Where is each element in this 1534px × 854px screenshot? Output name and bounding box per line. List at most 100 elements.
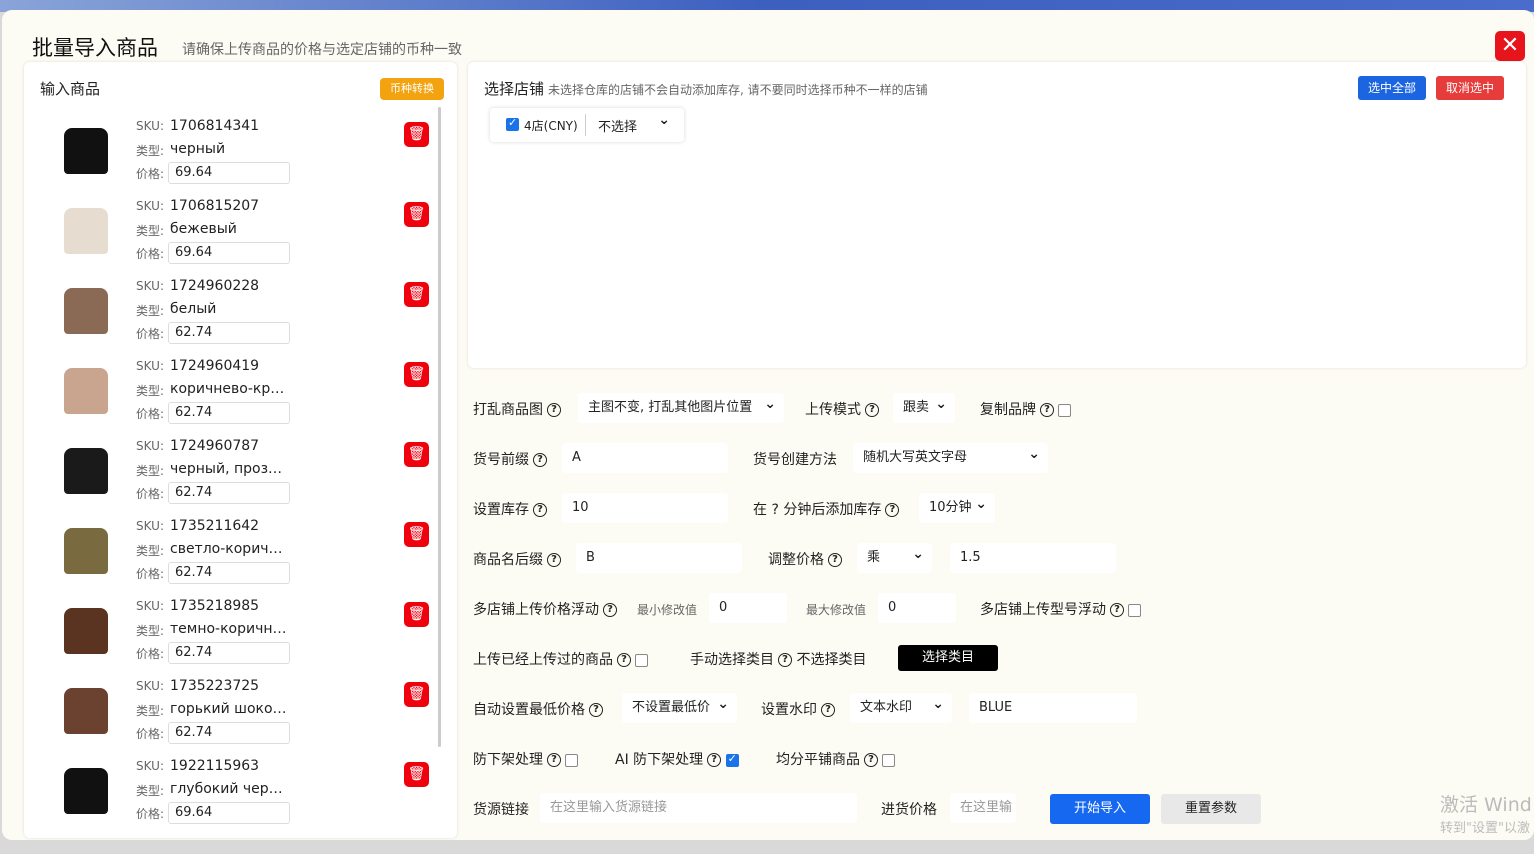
tile-checkbox[interactable] [882,754,895,767]
stock-input[interactable]: 10 [562,493,728,523]
help-icon[interactable]: ? [865,403,879,417]
type-label: 类型: [136,142,164,159]
help-icon[interactable]: ? [707,753,721,767]
trash-icon: 🗑 [408,126,426,142]
product-image [46,276,126,346]
reupload-checkbox[interactable] [635,654,648,667]
help-icon[interactable]: ? [1040,403,1054,417]
sku-value: 1735223725 [170,678,259,694]
select-all-button[interactable]: 选中全部 [1358,76,1426,100]
currency-convert-button[interactable]: 币种转换 [380,78,444,100]
help-icon[interactable]: ? [589,703,603,717]
type-label: 类型: [136,222,164,239]
upload-mode-label: 上传模式? [805,399,879,419]
help-icon[interactable]: ? [533,453,547,467]
sku-label: SKU: [136,359,164,373]
help-icon[interactable]: ? [547,403,561,417]
reupload-label: 上传已经上传过的商品? [473,649,648,669]
choose-category-button[interactable]: 选择类目 [898,645,998,671]
help-icon[interactable]: ? [547,553,561,567]
delete-button[interactable]: 🗑 [404,362,429,387]
help-icon[interactable]: ? [821,703,835,717]
trash-icon: 🗑 [408,206,426,222]
help-icon[interactable]: ? [617,653,631,667]
sku-prefix-input[interactable]: A [562,443,728,473]
price-input[interactable]: 62.74 [168,402,290,424]
price-input[interactable]: 69.64 [168,242,290,264]
delete-button[interactable]: 🗑 [404,602,429,627]
min-price-select[interactable]: 不设置最低价 [622,693,737,723]
type-label: 类型: [136,622,164,639]
delete-button[interactable]: 🗑 [404,282,429,307]
upload-mode-select[interactable]: 跟卖 [893,393,955,423]
watermark-text-input[interactable]: BLUE [969,693,1137,723]
close-button[interactable]: ✕ [1495,31,1525,61]
delete-button[interactable]: 🗑 [404,202,429,227]
name-suffix-input[interactable]: B [576,543,742,573]
price-input[interactable]: 62.74 [168,482,290,504]
help-icon[interactable]: ? [533,503,547,517]
price-input[interactable]: 62.74 [168,642,290,664]
product-image [46,756,126,826]
sku-method-select[interactable]: 随机大写英文字母 [853,443,1048,473]
close-icon: ✕ [1501,33,1519,58]
scrollbar[interactable] [438,107,441,747]
activation-watermark: 激活 Wind [1440,790,1532,817]
help-icon[interactable]: ? [1110,603,1124,617]
sku-value: 1922115963 [170,758,259,774]
anti-delist-checkbox[interactable] [565,754,578,767]
delete-button[interactable]: 🗑 [404,122,429,147]
adjust-op-select[interactable]: 乘 [857,543,932,573]
price-input[interactable]: 69.64 [168,162,290,184]
min-price-label: 自动设置最低价格? [473,699,603,719]
stock-delay-select[interactable]: 10分钟 [919,493,995,523]
manual-category-label: 手动选择类目? 不选择类目 [690,649,866,669]
help-icon[interactable]: ? [828,553,842,567]
selected-category-text: 不选择类目 [796,652,866,668]
type-label: 类型: [136,462,164,479]
delete-button[interactable]: 🗑 [404,522,429,547]
product-image [46,116,126,186]
reset-params-button[interactable]: 重置参数 [1161,794,1261,824]
product-item: SKU: 1724960228 类型: белый 价格: 62.74 🗑 [24,270,434,350]
copy-brand-checkbox[interactable] [1058,404,1071,417]
store-checkbox[interactable] [506,118,519,131]
min-change-input[interactable]: 0 [709,593,787,623]
trash-icon: 🗑 [408,686,426,702]
warehouse-select[interactable]: 不选择 [598,116,678,135]
max-change-input[interactable]: 0 [878,593,956,623]
page-title: 批量导入商品 [32,32,158,62]
help-icon[interactable]: ? [864,753,878,767]
price-label: 价格: [136,165,164,182]
price-input[interactable]: 62.74 [168,322,290,344]
help-icon[interactable]: ? [885,503,899,517]
sku-label: SKU: [136,519,164,533]
product-image [46,436,126,506]
product-image [46,676,126,746]
shuffle-select[interactable]: 主图不变, 打乱其他图片位置 [578,393,784,423]
deselect-button[interactable]: 取消选中 [1436,76,1504,100]
source-link-input[interactable]: 在这里输入货源链接 [540,793,857,823]
sku-value: 1724960787 [170,438,259,454]
price-input[interactable]: 62.74 [168,722,290,744]
delete-button[interactable]: 🗑 [404,762,429,787]
price-input[interactable]: 62.74 [168,562,290,584]
delete-button[interactable]: 🗑 [404,442,429,467]
delete-button[interactable]: 🗑 [404,682,429,707]
adjust-value-input[interactable]: 1.5 [950,543,1116,573]
start-import-button[interactable]: 开始导入 [1050,794,1150,824]
help-icon[interactable]: ? [778,653,792,667]
stock-delay-label: 在 ? 分钟后添加库存? [753,499,899,519]
sku-label: SKU: [136,759,164,773]
price-label: 价格: [136,485,164,502]
help-icon[interactable]: ? [603,603,617,617]
watermark-type-select[interactable]: 文本水印 [850,693,952,723]
ai-anti-delist-checkbox[interactable] [726,754,739,767]
price-input[interactable]: 69.64 [168,802,290,824]
help-icon[interactable]: ? [547,753,561,767]
model-float-checkbox[interactable] [1128,604,1141,617]
shuffle-label: 打乱商品图? [473,399,561,419]
cost-price-input[interactable]: 在这里输 [950,793,1016,823]
source-link-label: 货源链接 [473,799,529,819]
cost-price-label: 进货价格 [881,799,937,819]
